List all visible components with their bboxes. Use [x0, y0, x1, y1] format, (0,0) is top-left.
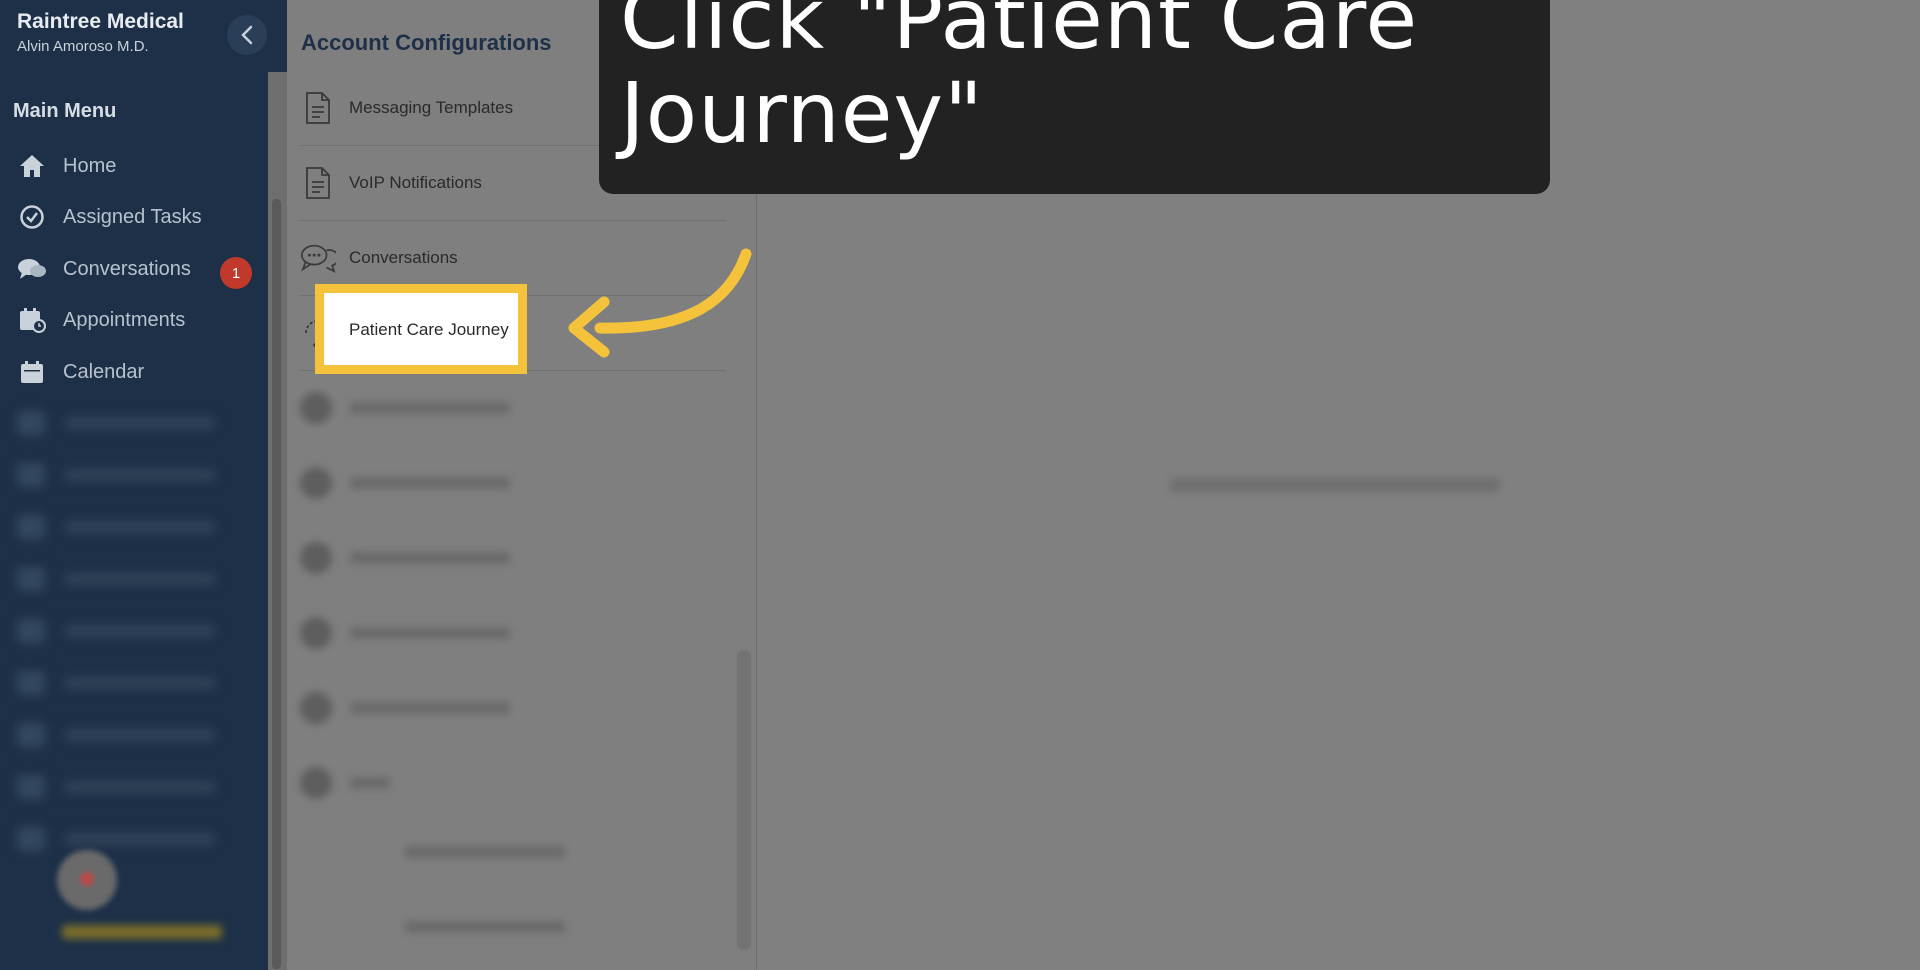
- list-item: [17, 616, 237, 646]
- config-item-label: Messaging Templates: [349, 98, 514, 117]
- sidebar-item-label: Appointments: [63, 308, 186, 331]
- config-item-label: VoIP Notifications: [349, 173, 482, 192]
- list-item: [300, 596, 726, 670]
- sidebar-scrollbar[interactable]: [268, 72, 287, 970]
- list-item: [300, 446, 726, 520]
- sidebar-item-label: Calendar: [63, 360, 145, 383]
- list-item: [17, 772, 237, 802]
- config-scrollbar[interactable]: [737, 650, 751, 950]
- config-item-label: Conversations: [349, 248, 458, 267]
- list-item: [300, 746, 726, 820]
- list-item: [17, 720, 237, 750]
- sidebar-item-calendar[interactable]: Calendar: [17, 352, 257, 392]
- page-title: Account Configurations: [301, 30, 552, 55]
- sidebar-item-appointments[interactable]: Appointments: [17, 300, 257, 340]
- main-menu-heading: Main Menu: [13, 100, 117, 122]
- sidebar: Raintree Medical Alvin Amoroso M.D. Main…: [0, 0, 287, 970]
- scrollbar-thumb[interactable]: [272, 199, 281, 969]
- list-item: [17, 460, 237, 490]
- list-item: [17, 408, 237, 438]
- list-item: [17, 668, 237, 698]
- instruction-text: Click "Patient Care Journey": [620, 0, 1419, 162]
- sidebar-item-label: Home: [63, 154, 117, 177]
- arrow-icon: [568, 248, 752, 358]
- collapse-sidebar-button[interactable]: [227, 15, 267, 55]
- user-name: Alvin Amoroso M.D.: [17, 38, 149, 55]
- list-item: [300, 671, 726, 745]
- sidebar-item-label: Assigned Tasks: [63, 205, 202, 228]
- sidebar-item-home[interactable]: Home: [17, 146, 257, 186]
- list-item: [17, 824, 237, 854]
- empty-state-text: [1170, 478, 1500, 492]
- home-icon: [17, 151, 47, 181]
- status-indicator: [80, 872, 94, 886]
- calendar-icon: [17, 357, 47, 387]
- chat-bubbles-icon: [300, 240, 336, 276]
- sidebar-item-assigned-tasks[interactable]: Assigned Tasks: [17, 197, 257, 237]
- status-text: [62, 925, 222, 939]
- chevron-left-icon: [241, 25, 253, 45]
- patient-care-journey-link[interactable]: Patient Care Journey: [349, 320, 509, 340]
- notification-badge: 1: [220, 257, 252, 289]
- document-icon: [300, 165, 336, 201]
- check-circle-icon: [17, 202, 47, 232]
- list-item: [300, 371, 726, 445]
- brand-title: Raintree Medical: [17, 10, 184, 33]
- list-item: [17, 564, 237, 594]
- list-item: [17, 512, 237, 542]
- sidebar-item-label: Conversations: [63, 257, 191, 280]
- list-item: [300, 521, 726, 595]
- chat-icon: [17, 254, 47, 284]
- calendar-clock-icon: [17, 305, 47, 335]
- document-icon: [300, 90, 336, 126]
